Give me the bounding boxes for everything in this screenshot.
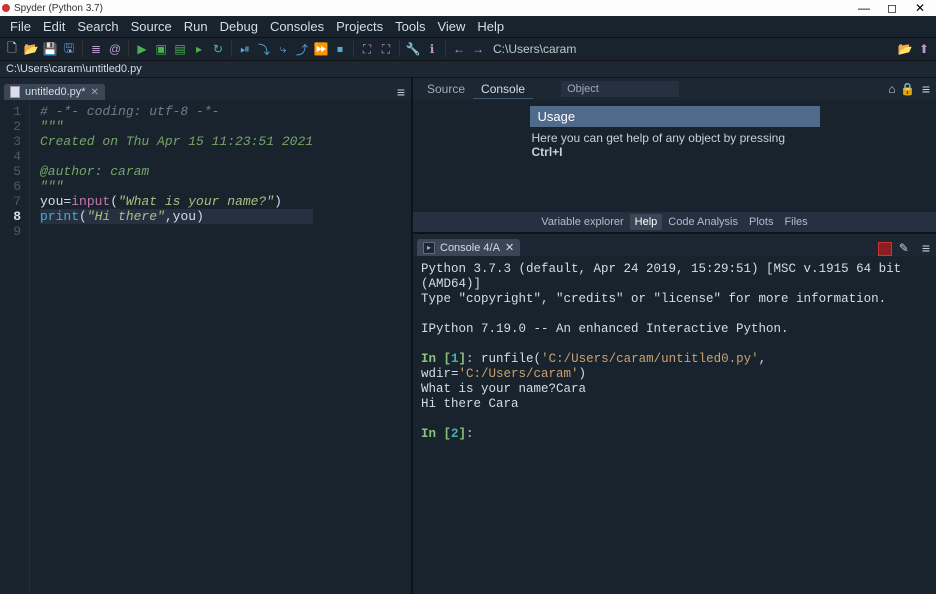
- spyder-icon: [2, 4, 10, 12]
- breadcrumb: C:\Users\caram\untitled0.py: [0, 61, 936, 78]
- stop-debug-icon[interactable]: ⏹: [332, 41, 348, 57]
- toolbar: 🗋 📂 💾 🖫 ≣ @ ▶ ▣ ▤ ▸ ↻ ⏯ ⤵ ⤷ ⤴ ⏩ ⏹ ⛶ ⛶ 🔧 …: [0, 37, 936, 61]
- stop-kernel-icon[interactable]: [878, 242, 892, 256]
- usage-heading: Usage: [530, 106, 820, 127]
- save-icon[interactable]: 💾: [42, 41, 58, 57]
- object-input[interactable]: Object: [561, 81, 679, 97]
- run-icon[interactable]: ▶: [134, 41, 150, 57]
- clear-console-icon[interactable]: ✎: [896, 240, 912, 256]
- editor-tab-untitled0[interactable]: untitled0.py* ✕: [4, 84, 105, 100]
- console-tab[interactable]: ▸ Console 4/A ✕: [417, 239, 520, 256]
- step-into-icon[interactable]: ⤷: [275, 41, 291, 57]
- close-console-icon[interactable]: ✕: [505, 241, 514, 254]
- menu-tools[interactable]: Tools: [389, 18, 431, 35]
- browse-dir-icon[interactable]: 📂: [897, 41, 913, 57]
- run-selection-icon[interactable]: ▸: [191, 41, 207, 57]
- close-tab-icon[interactable]: ✕: [91, 87, 99, 98]
- help-console-tab[interactable]: Console: [473, 80, 533, 99]
- menu-projects[interactable]: Projects: [330, 18, 389, 35]
- editor-options-icon[interactable]: ≡: [391, 84, 411, 100]
- pythonpath-icon[interactable]: ℹ: [424, 41, 440, 57]
- help-pane: Source Console Object ⌂ 🔒 ≡ Usage Here y…: [413, 78, 936, 234]
- home-icon[interactable]: ⌂: [884, 81, 900, 97]
- maximize-button[interactable]: ◻: [878, 1, 906, 15]
- help-options-icon[interactable]: ≡: [916, 81, 936, 97]
- editor-pane: untitled0.py* ✕ ≡ 1 2 3 4 5 6 7 8 9 # -*…: [0, 78, 413, 594]
- code-editor[interactable]: 1 2 3 4 5 6 7 8 9 # -*- coding: utf-8 -*…: [0, 100, 411, 594]
- maximize-pane-icon[interactable]: ⛶: [359, 41, 375, 57]
- working-dir-field[interactable]: C:\Users\caram: [489, 42, 894, 56]
- tab-code-analysis[interactable]: Code Analysis: [663, 214, 743, 230]
- preferences-icon[interactable]: 🔧: [405, 41, 421, 57]
- back-icon[interactable]: ←: [451, 41, 467, 57]
- step-out-icon[interactable]: ⤴: [294, 41, 310, 57]
- step-icon[interactable]: ⤵: [256, 41, 272, 57]
- editor-content[interactable]: # -*- coding: utf-8 -*- """ Created on T…: [30, 100, 313, 594]
- document-icon: [10, 86, 20, 98]
- menu-help[interactable]: Help: [471, 18, 510, 35]
- console-options-icon[interactable]: ≡: [916, 240, 936, 256]
- menu-source[interactable]: Source: [125, 18, 178, 35]
- close-button[interactable]: ✕: [906, 1, 934, 15]
- menu-view[interactable]: View: [431, 18, 471, 35]
- console-tab-label: Console 4/A: [440, 242, 500, 254]
- usage-text: Here you can get help of any object by p…: [530, 127, 820, 159]
- console-pane: ▸ Console 4/A ✕ ✎ ≡ Python 3.7.3 (defaul…: [413, 234, 936, 594]
- tab-files[interactable]: Files: [779, 214, 812, 230]
- menu-search[interactable]: Search: [71, 18, 124, 35]
- menubar: File Edit Search Source Run Debug Consol…: [0, 16, 936, 37]
- run-cell-icon[interactable]: ▣: [153, 41, 169, 57]
- console-output[interactable]: Python 3.7.3 (default, Apr 24 2019, 15:2…: [413, 256, 936, 594]
- menu-debug[interactable]: Debug: [214, 18, 264, 35]
- debug-icon[interactable]: ⏯: [237, 41, 253, 57]
- lock-icon[interactable]: 🔒: [900, 81, 916, 97]
- editor-tab-label: untitled0.py*: [25, 86, 86, 98]
- at-icon[interactable]: @: [107, 41, 123, 57]
- tab-plots[interactable]: Plots: [744, 214, 778, 230]
- window-title: Spyder (Python 3.7): [14, 3, 103, 14]
- continue-icon[interactable]: ⏩: [313, 41, 329, 57]
- list-icon[interactable]: ≣: [88, 41, 104, 57]
- menu-edit[interactable]: Edit: [37, 18, 71, 35]
- rerun-icon[interactable]: ↻: [210, 41, 226, 57]
- editor-gutter: 1 2 3 4 5 6 7 8 9: [0, 100, 30, 594]
- menu-run[interactable]: Run: [178, 18, 214, 35]
- parent-dir-icon[interactable]: ⬆: [916, 41, 932, 57]
- window-titlebar: Spyder (Python 3.7) — ◻ ✕: [0, 0, 936, 16]
- tab-help[interactable]: Help: [630, 214, 663, 230]
- help-source-tab[interactable]: Source: [419, 80, 473, 98]
- fullscreen-icon[interactable]: ⛶: [378, 41, 394, 57]
- menu-file[interactable]: File: [4, 18, 37, 35]
- save-all-icon[interactable]: 🖫: [61, 41, 77, 57]
- menu-consoles[interactable]: Consoles: [264, 18, 330, 35]
- minimize-button[interactable]: —: [850, 1, 878, 15]
- console-icon: ▸: [423, 242, 435, 254]
- open-file-icon[interactable]: 📂: [23, 41, 39, 57]
- forward-icon[interactable]: →: [470, 41, 486, 57]
- editor-tabstrip: untitled0.py* ✕ ≡: [0, 78, 411, 100]
- tab-variable-explorer[interactable]: Variable explorer: [536, 214, 628, 230]
- run-cell-advance-icon[interactable]: ▤: [172, 41, 188, 57]
- new-file-icon[interactable]: 🗋: [4, 41, 20, 57]
